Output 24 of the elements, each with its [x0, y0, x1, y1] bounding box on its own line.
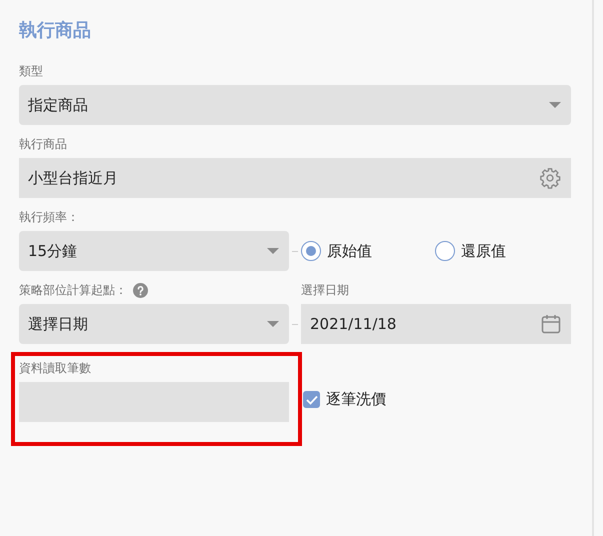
settings-icon[interactable] — [539, 167, 561, 189]
caret-icon — [549, 102, 561, 108]
field-label: 執行商品 — [19, 136, 68, 153]
help-icon[interactable] — [133, 282, 148, 298]
caret-icon — [267, 248, 279, 254]
field-label: 策略部位計算起點： — [19, 282, 127, 299]
date-field[interactable]: 2021/11/18 — [301, 304, 571, 344]
checkbox-label[interactable]: 逐筆洗價 — [326, 390, 386, 409]
field-label: 資料讀取筆數 — [19, 360, 92, 377]
radio-button[interactable] — [435, 241, 455, 261]
product-field[interactable]: 小型台指近月 — [19, 158, 571, 198]
field-label: 類型 — [19, 63, 44, 80]
checkbox[interactable] — [303, 391, 320, 408]
radio-button[interactable] — [301, 241, 321, 261]
field-label: 選擇日期 — [301, 282, 350, 299]
radio-label[interactable]: 原始值 — [327, 242, 372, 260]
calendar-icon[interactable] — [541, 314, 561, 334]
radio-label[interactable]: 還原值 — [461, 242, 506, 260]
field-label: 執行頻率： — [19, 209, 80, 226]
type-dropdown[interactable]: 指定商品 — [19, 85, 571, 125]
start-point-dropdown[interactable]: 選擇日期 — [19, 304, 289, 344]
section-title: 執行商品 — [19, 19, 92, 42]
frequency-dropdown[interactable]: 15分鐘 — [19, 231, 289, 271]
caret-icon — [267, 321, 279, 327]
